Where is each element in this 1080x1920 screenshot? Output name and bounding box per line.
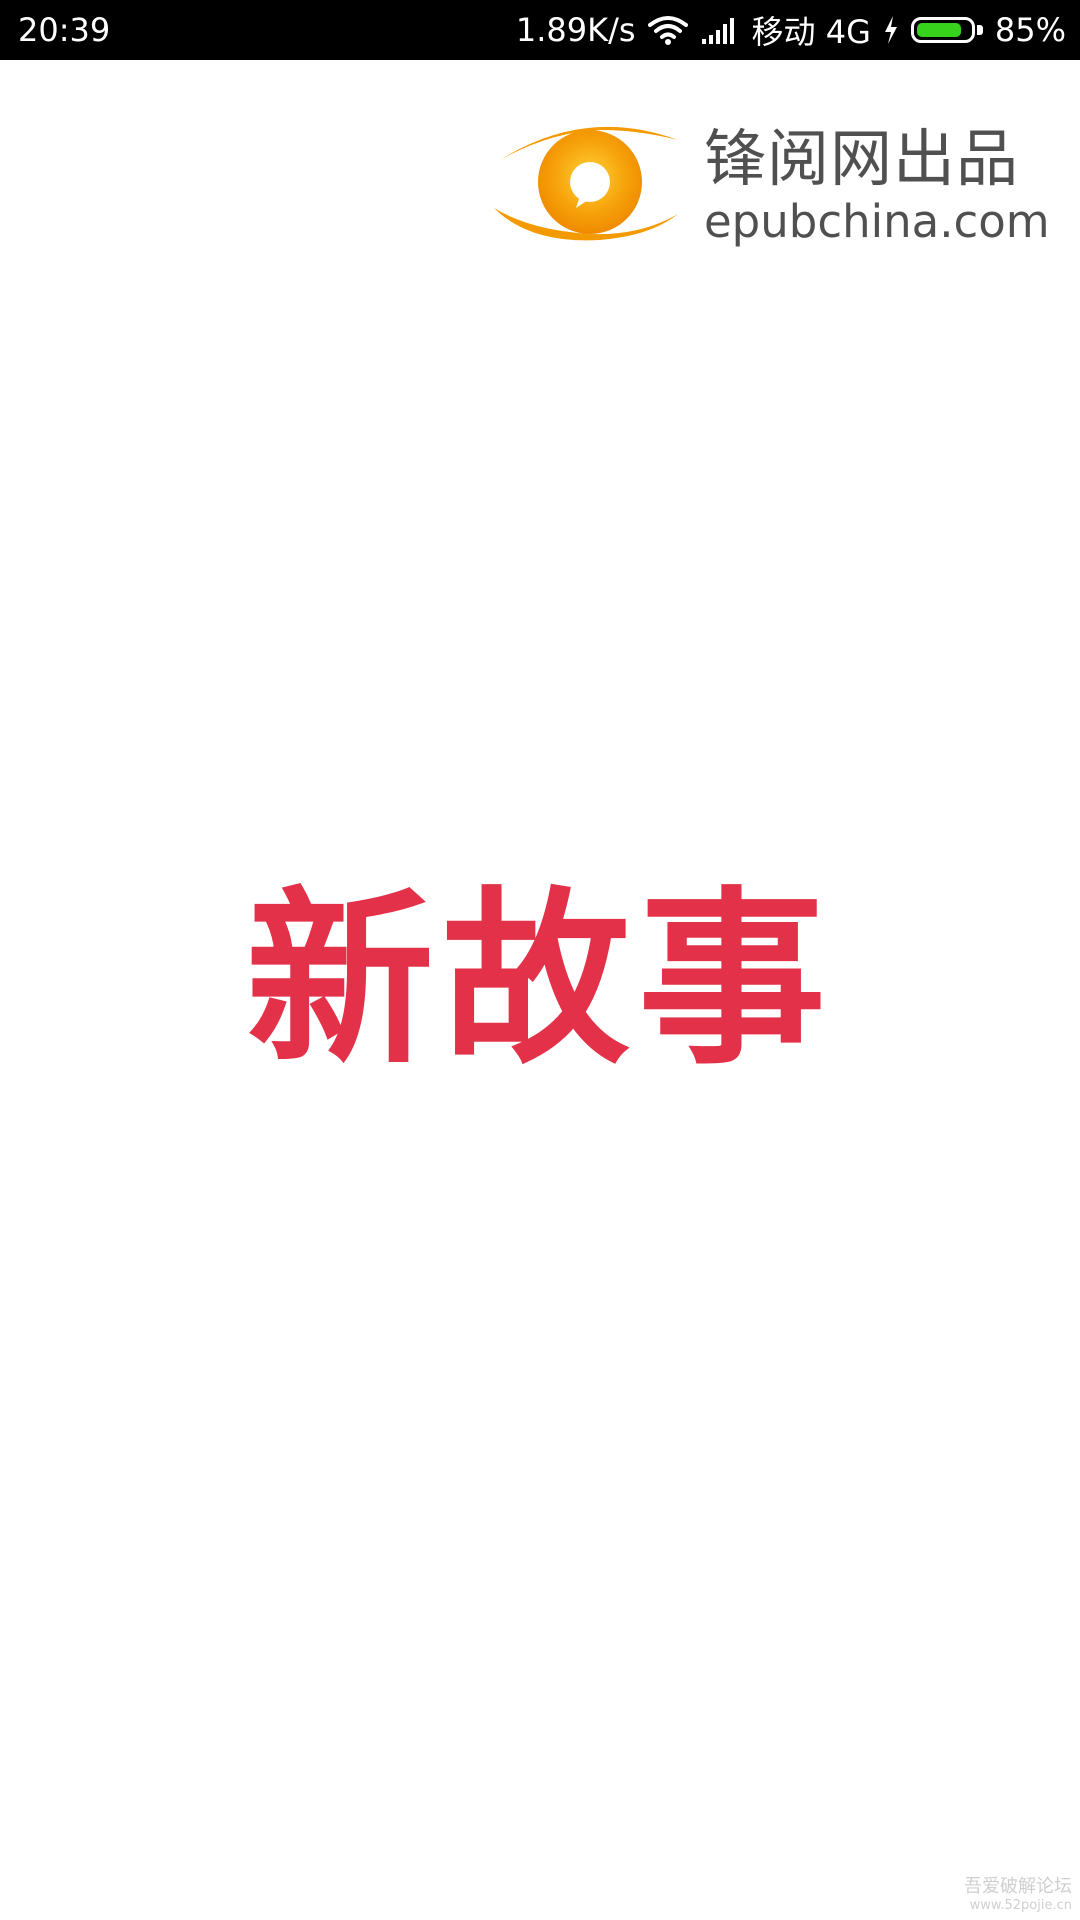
status-time: 20:39 [18, 11, 111, 49]
wifi-icon [647, 16, 688, 45]
watermark: 吾爱破解论坛 www.52pojie.cn [964, 1876, 1072, 1914]
publisher-url: epubchina.com [704, 195, 1050, 248]
eye-logo-icon [494, 126, 678, 241]
watermark-line1: 吾爱破解论坛 [964, 1876, 1072, 1897]
charging-icon [884, 16, 897, 44]
watermark-line2: www.52pojie.cn [969, 1898, 1072, 1913]
publisher-name: 锋阅网出品 [704, 122, 1020, 195]
battery-icon [910, 15, 983, 45]
signal-icon [701, 18, 734, 44]
carrier-label: 移动 4G [751, 13, 871, 51]
app-title: 新故事 [246, 869, 834, 1090]
status-bar: 20:39 1.89K/s 移动 4G 85% [0, 0, 1080, 60]
publisher-logo: 锋阅网出品 epubchina.com [490, 112, 1050, 252]
network-speed: 1.89K/s [515, 11, 636, 49]
status-indicators: 1.89K/s 移动 4G 85% [516, 8, 1066, 52]
battery-percent: 85% [994, 11, 1066, 49]
